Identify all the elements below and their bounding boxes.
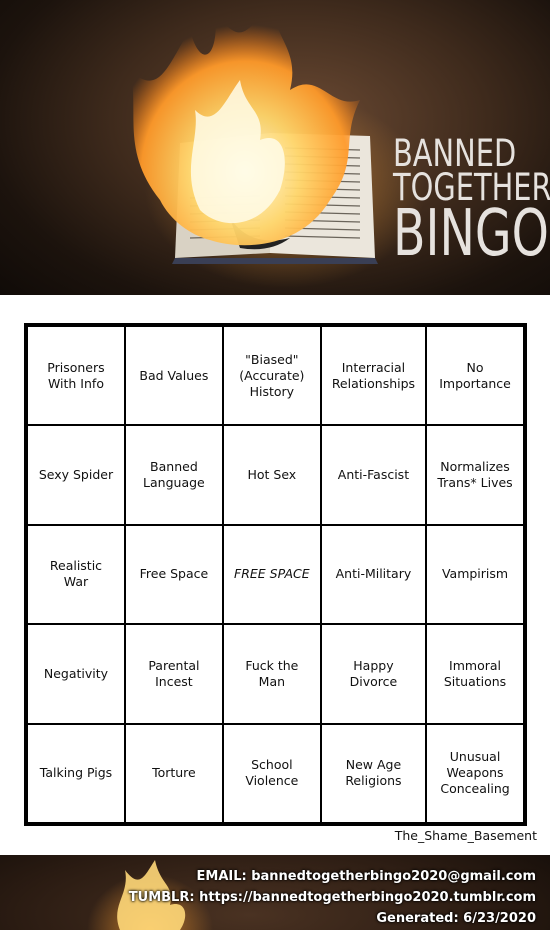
bingo-cell[interactable]: Free Space <box>124 524 223 625</box>
bingo-cell[interactable]: Anti-Military <box>320 524 427 625</box>
bingo-title: BANNED TOGETHER BINGO <box>393 135 550 271</box>
header-banner: BANNED TOGETHER BINGO <box>0 0 550 295</box>
bingo-cell[interactable]: Unusual Weapons Concealing <box>426 723 524 823</box>
bingo-cell[interactable]: New Age Religions <box>320 723 427 823</box>
bingo-cell[interactable]: Realistic War <box>27 524 125 625</box>
bingo-cell[interactable]: Immoral Situations <box>426 624 524 724</box>
bingo-cell[interactable]: Prisoners With Info <box>27 326 125 426</box>
bingo-cell[interactable]: Bad Values <box>124 326 223 426</box>
bingo-cell[interactable]: Banned Language <box>124 425 223 525</box>
author-credit: The_Shame_Basement <box>394 828 537 843</box>
free-space-cell[interactable]: FREE SPACE <box>222 524 321 625</box>
bingo-cell[interactable]: "Biased" (Accurate) History <box>222 326 321 426</box>
bingo-cell[interactable]: Vampirism <box>426 524 524 625</box>
bingo-cell[interactable]: Parental Incest <box>124 624 223 724</box>
bingo-cell[interactable]: Happy Divorce <box>320 624 427 724</box>
bingo-cell[interactable]: Anti-Fascist <box>320 425 427 525</box>
bingo-cell[interactable]: Normalizes Trans* Lives <box>426 425 524 525</box>
bingo-cell[interactable]: Hot Sex <box>222 425 321 525</box>
footer-banner: EMAIL: bannedtogetherbingo2020@gmail.com… <box>0 855 550 930</box>
bingo-cell[interactable]: Torture <box>124 723 223 823</box>
bingo-board: Prisoners With Info Bad Values "Biased" … <box>24 323 527 826</box>
bingo-cell[interactable]: Talking Pigs <box>27 723 125 823</box>
flames-image <box>130 0 360 246</box>
title-line-3: BINGO <box>393 197 549 271</box>
footer-generated-date: Generated: 6/23/2020 <box>376 911 536 926</box>
footer-email[interactable]: EMAIL: bannedtogetherbingo2020@gmail.com <box>197 869 537 884</box>
bingo-cell[interactable]: School Violence <box>222 723 321 823</box>
bingo-cell[interactable]: Negativity <box>27 624 125 724</box>
bingo-cell[interactable]: Sexy Spider <box>27 425 125 525</box>
bingo-cell[interactable]: Fuck the Man <box>222 624 321 724</box>
bingo-cell[interactable]: No Importance <box>426 326 524 426</box>
footer-tumblr[interactable]: TUMBLR: https://bannedtogetherbingo2020.… <box>129 890 536 905</box>
bingo-cell[interactable]: Interracial Relationships <box>320 326 427 426</box>
